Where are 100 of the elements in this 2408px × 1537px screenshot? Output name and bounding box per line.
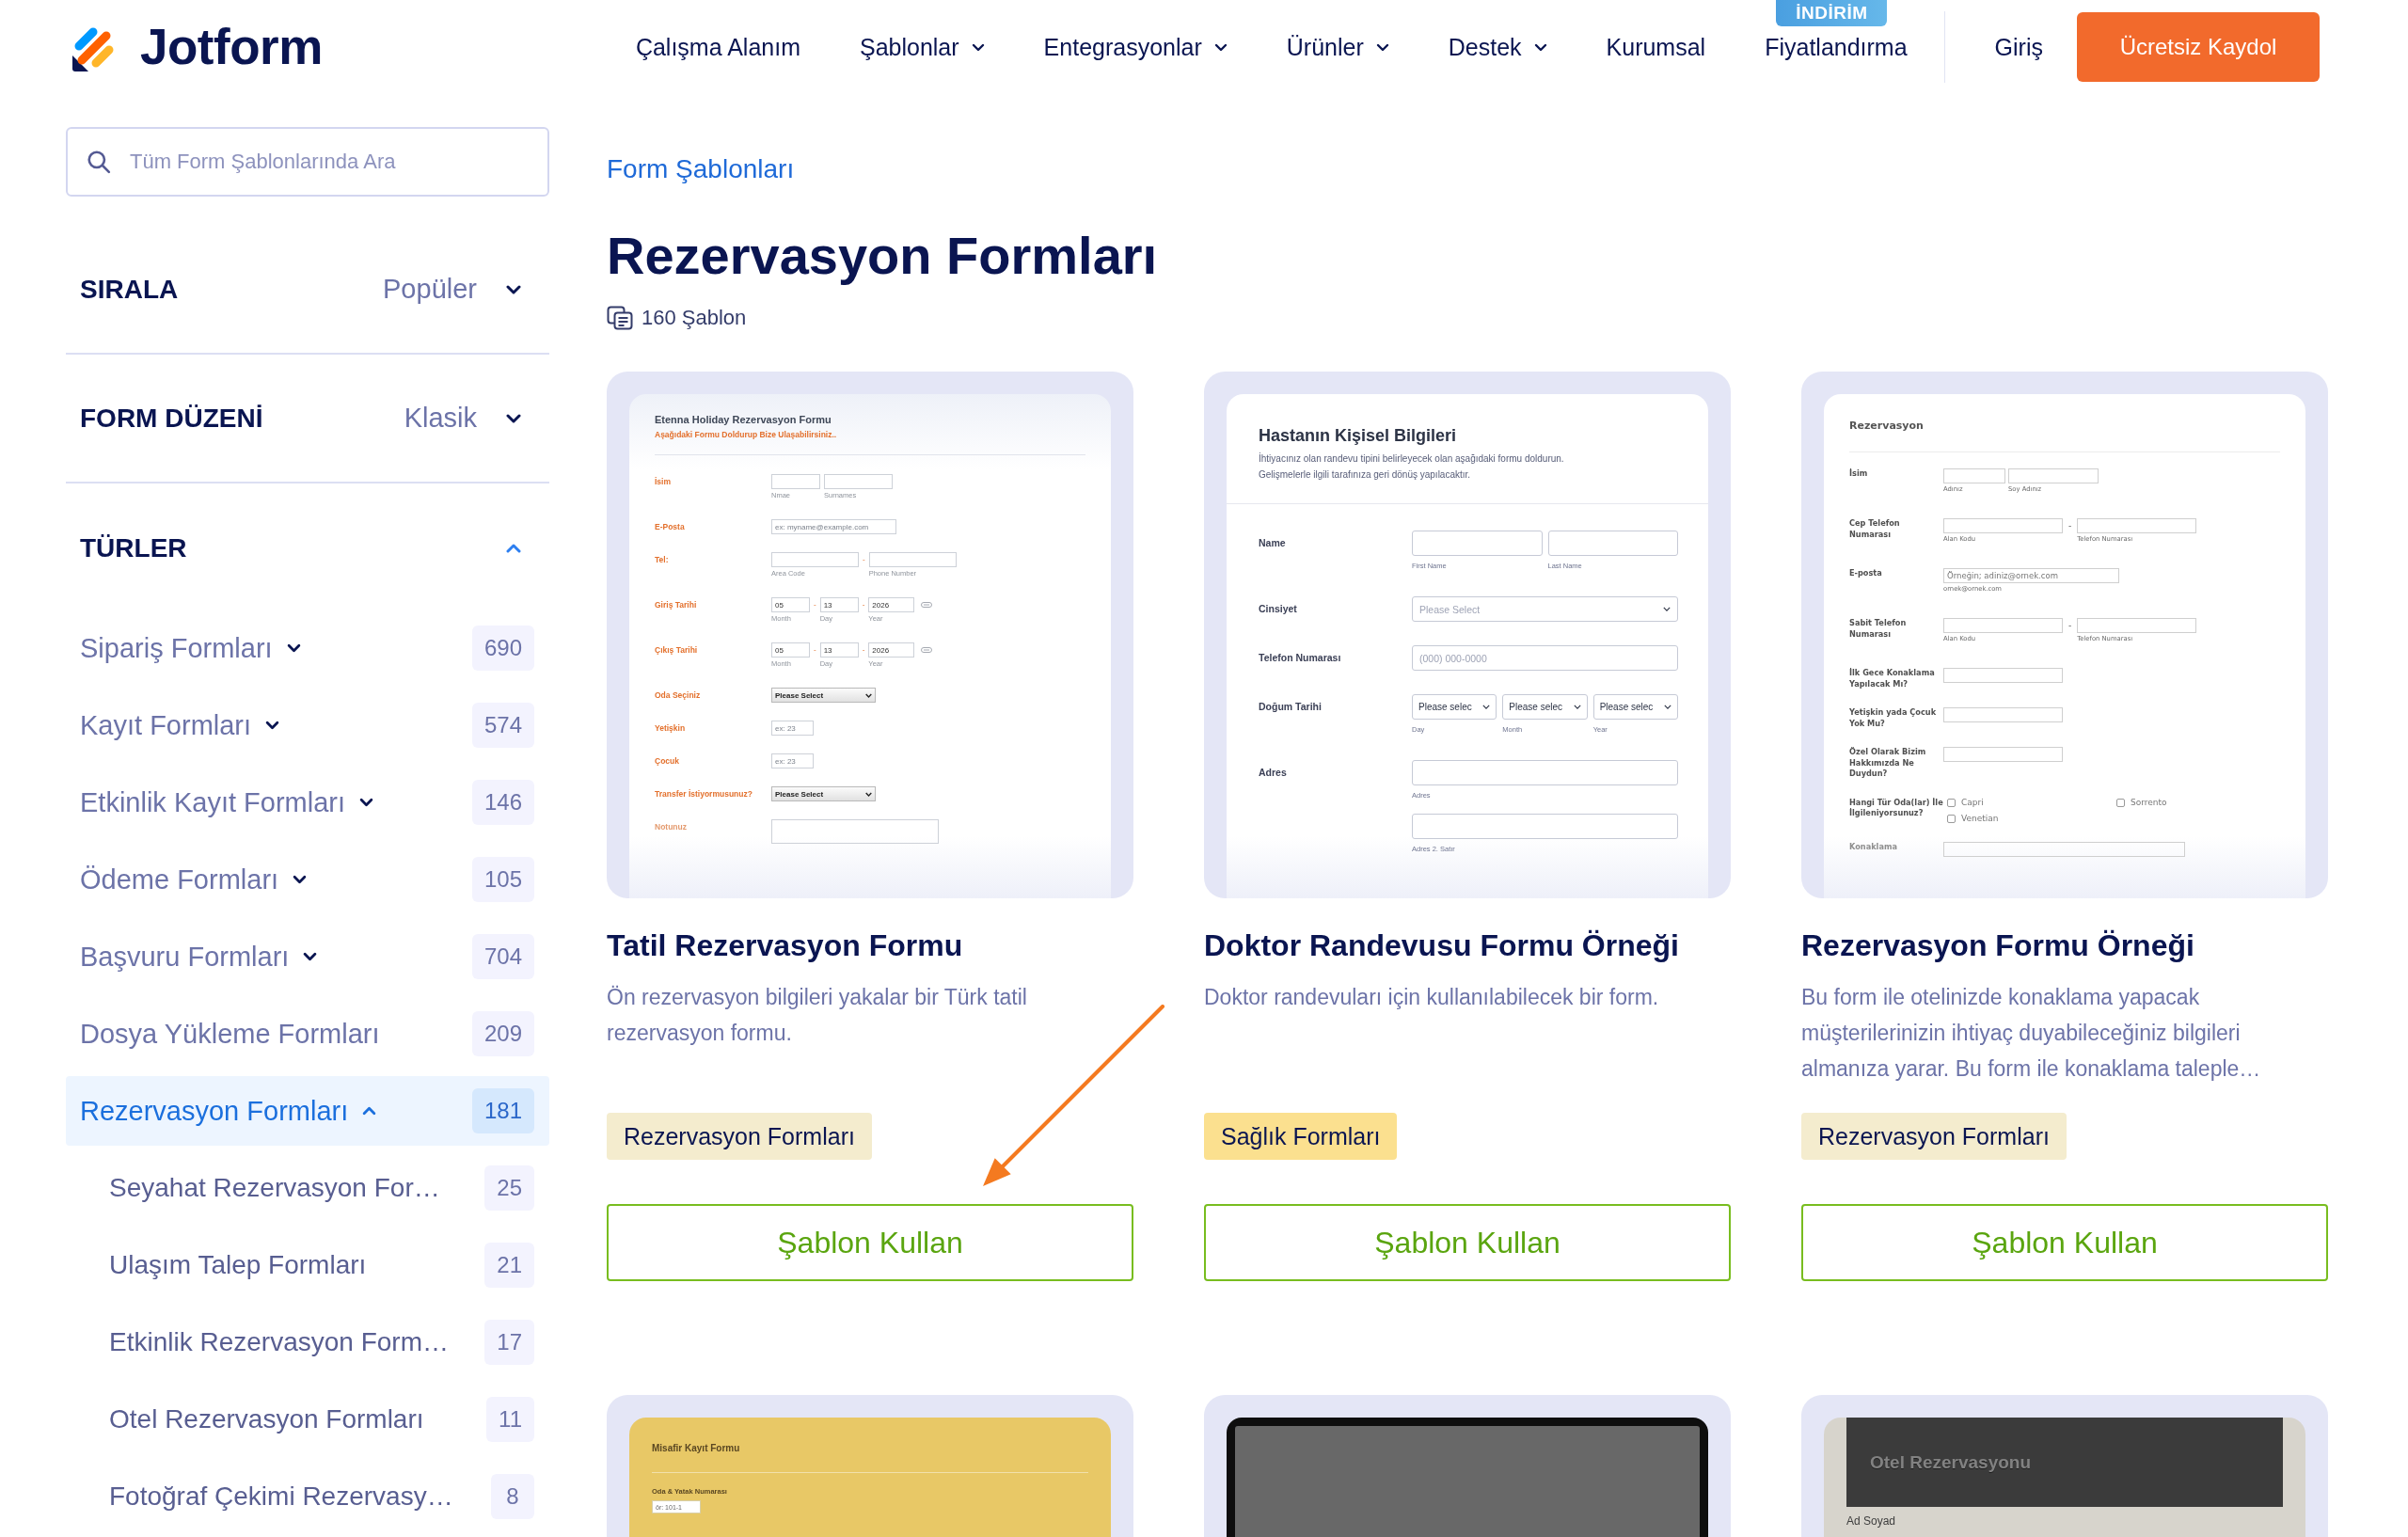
- category-item[interactable]: Etkinlik Kayıt Formları 146: [66, 768, 549, 837]
- chevron-down-icon: [1213, 42, 1228, 52]
- field-label: Notunuz: [655, 821, 688, 833]
- count-badge: 690: [471, 626, 534, 671]
- chevron-down-icon: [506, 284, 521, 294]
- category-item[interactable]: Sipariş Formları 690: [66, 613, 549, 683]
- input-field: 05: [771, 597, 810, 612]
- select-field: Please Select: [771, 688, 876, 703]
- breadcrumb-link[interactable]: Form Şablonları: [607, 151, 795, 188]
- documents-icon: [607, 306, 633, 330]
- chevron-up-icon[interactable]: [506, 544, 521, 553]
- dash-separator: -: [814, 599, 816, 610]
- field-label: Name: [1259, 536, 1287, 550]
- field-label: E-posta: [1849, 568, 1883, 579]
- field-label: Yetişkin yada Çocuk Yok Mu?: [1849, 707, 1938, 729]
- filter-dropdown[interactable]: Popüler: [383, 274, 521, 305]
- caret-icon: [1664, 705, 1671, 709]
- select-field: Please selec: [1412, 694, 1497, 720]
- nav-link[interactable]: Şablonlar: [859, 28, 985, 66]
- filter-dropdown[interactable]: Klasik: [404, 403, 521, 434]
- field-label: Adres: [1259, 766, 1288, 780]
- chevron-down-icon: [1533, 42, 1547, 52]
- input-field: ex: 23: [771, 753, 814, 768]
- nav-link[interactable]: Destek: [1448, 28, 1547, 66]
- caret-icon: [1663, 607, 1671, 611]
- count-badge: 25: [484, 1165, 534, 1211]
- dash-separator: -: [2067, 520, 2073, 532]
- search-icon: [87, 150, 111, 174]
- template-preview[interactable]: Otel Rezervasyonu Ad Soyad: [1801, 1395, 2328, 1537]
- form-subtitle: İhtiyacınız olan randevu tipini belirleyecek olan aşağıdaki formu doldurun. Gelişmelerle ilgili tarafınıza geri dönüş yapılacaktır.: [1259, 452, 1565, 482]
- nav-link[interactable]: Çalışma Alanım: [635, 28, 800, 66]
- chevron-down-icon: [1375, 42, 1389, 52]
- input-field: ex: myname@example.com: [771, 519, 896, 534]
- subcategory-item[interactable]: Etkinlik Rezervasyon Form… 17: [66, 1307, 549, 1377]
- input-field: 05: [771, 642, 810, 658]
- form-title: Otel Rezervasyonu: [1870, 1451, 2032, 1473]
- page-title: Rezervasyon Formları: [607, 225, 1158, 287]
- field-label: Oda Seçiniz: [655, 689, 702, 702]
- field-label: İsim: [1849, 468, 1869, 480]
- subcategory-item[interactable]: Fotoğraf Çekimi Rezervasy… 8: [66, 1462, 549, 1531]
- category-tag[interactable]: Rezervasyon Formları: [607, 1113, 872, 1160]
- field-label: Giriş Tarihi: [655, 599, 698, 611]
- form-title: Etenna Holiday Rezervasyon Formu: [655, 413, 832, 426]
- input-field: 13: [819, 597, 859, 612]
- field-label: Yetişkin: [655, 722, 687, 735]
- filter-label: SIRALA: [80, 274, 179, 305]
- template-title[interactable]: Doktor Randevusu Formu Örneği: [1204, 925, 1679, 966]
- category-item[interactable]: Ödeme Formları 105: [66, 845, 549, 914]
- select-field: Please selec: [1592, 694, 1678, 720]
- input-field: Örneğin; adiniz@ornek.com: [1943, 568, 2119, 583]
- dash-separator: -: [862, 599, 865, 610]
- template-title[interactable]: Rezervasyon Formu Örneği: [1801, 925, 2194, 966]
- count-badge: 704: [471, 934, 534, 979]
- template-count: 160 Şablon: [642, 306, 747, 330]
- field-label: Çocuk: [655, 755, 680, 768]
- field-label: E-Posta: [655, 521, 686, 533]
- input-field: [771, 474, 820, 489]
- login-link[interactable]: Giriş: [1994, 33, 2043, 61]
- field-label: Ad Soyad: [1846, 1514, 1896, 1528]
- category-tag[interactable]: Rezervasyon Formları: [1801, 1113, 2067, 1160]
- template-description: Ön rezervasyon bilgileri yakalar bir Türk tatil rezervasyon formu.: [607, 984, 1028, 1047]
- subcategory-item[interactable]: Otel Rezervasyon Formları 11: [66, 1385, 549, 1454]
- caret-icon: [1482, 705, 1491, 709]
- dash-separator: -: [863, 554, 865, 565]
- use-template-button[interactable]: Şablon Kullan: [607, 1204, 1133, 1281]
- form-title: Misafir Kayıt Formu: [652, 1442, 740, 1455]
- search-field[interactable]: Tüm Form Şablonlarında Ara: [66, 127, 549, 197]
- category-item[interactable]: Başvuru Formları 704: [66, 922, 549, 991]
- dash-separator: -: [2067, 620, 2073, 632]
- category-tag[interactable]: Sağlık Formları: [1204, 1113, 1398, 1160]
- category-item[interactable]: Dosya Yükleme Formları 209: [66, 999, 549, 1069]
- dash-separator: -: [862, 644, 865, 656]
- count-badge: 209: [471, 1011, 534, 1056]
- form-subtitle: Aşağıdaki Formu Doldurup Bize Ulaşabilirsiniz..: [655, 429, 837, 440]
- count-badge: 11: [486, 1397, 534, 1442]
- use-template-button[interactable]: Şablon Kullan: [1204, 1204, 1731, 1281]
- count-badge: 17: [484, 1320, 534, 1365]
- template-preview[interactable]: [1204, 1395, 1731, 1537]
- template-description: Bu form ile otelinizde konaklama yapacak müşterilerinizin ihtiyaç duyabileceğiniz bilgileri almanıza yarar. Bu form ile konaklama taleple…: [1801, 984, 2262, 1083]
- field-label: Hangi Tür Oda(lar) İle İlgileniyorsunuz?: [1849, 797, 1943, 819]
- chevron-down-icon: [971, 42, 985, 52]
- filter-label: FORM DÜZENİ: [80, 403, 263, 434]
- nav-link[interactable]: Kurumsal: [1606, 28, 1706, 66]
- category-item[interactable]: Kayıt Formları 574: [66, 690, 549, 760]
- select-field: Please Select: [771, 786, 876, 801]
- use-template-button[interactable]: Şablon Kullan: [1801, 1204, 2328, 1281]
- count-badge: 105: [471, 857, 534, 902]
- input-field: 2026: [868, 642, 915, 658]
- section-heading: TÜRLER: [80, 533, 187, 563]
- nav-link[interactable]: Ürünler: [1286, 28, 1389, 66]
- field-label: Transfer İstiyormusunuz?: [655, 788, 753, 800]
- nav-link[interactable]: Entegrasyonlar: [1043, 28, 1228, 66]
- template-title[interactable]: Tatil Rezervasyon Formu: [607, 925, 963, 966]
- logo-text[interactable]: Jotform: [140, 19, 323, 75]
- subcategory-item[interactable]: Seyahat Rezervasyon For… 25: [66, 1153, 549, 1223]
- nav-link[interactable]: Fiyatlandırma: [1765, 28, 1908, 66]
- subcategory-item[interactable]: Ulaşım Talep Formları 21: [66, 1230, 549, 1300]
- option-label: Venetian: [1961, 813, 1999, 824]
- input-field: ex: 23: [771, 721, 814, 736]
- category-item[interactable]: Rezervasyon Formları 181: [66, 1076, 549, 1146]
